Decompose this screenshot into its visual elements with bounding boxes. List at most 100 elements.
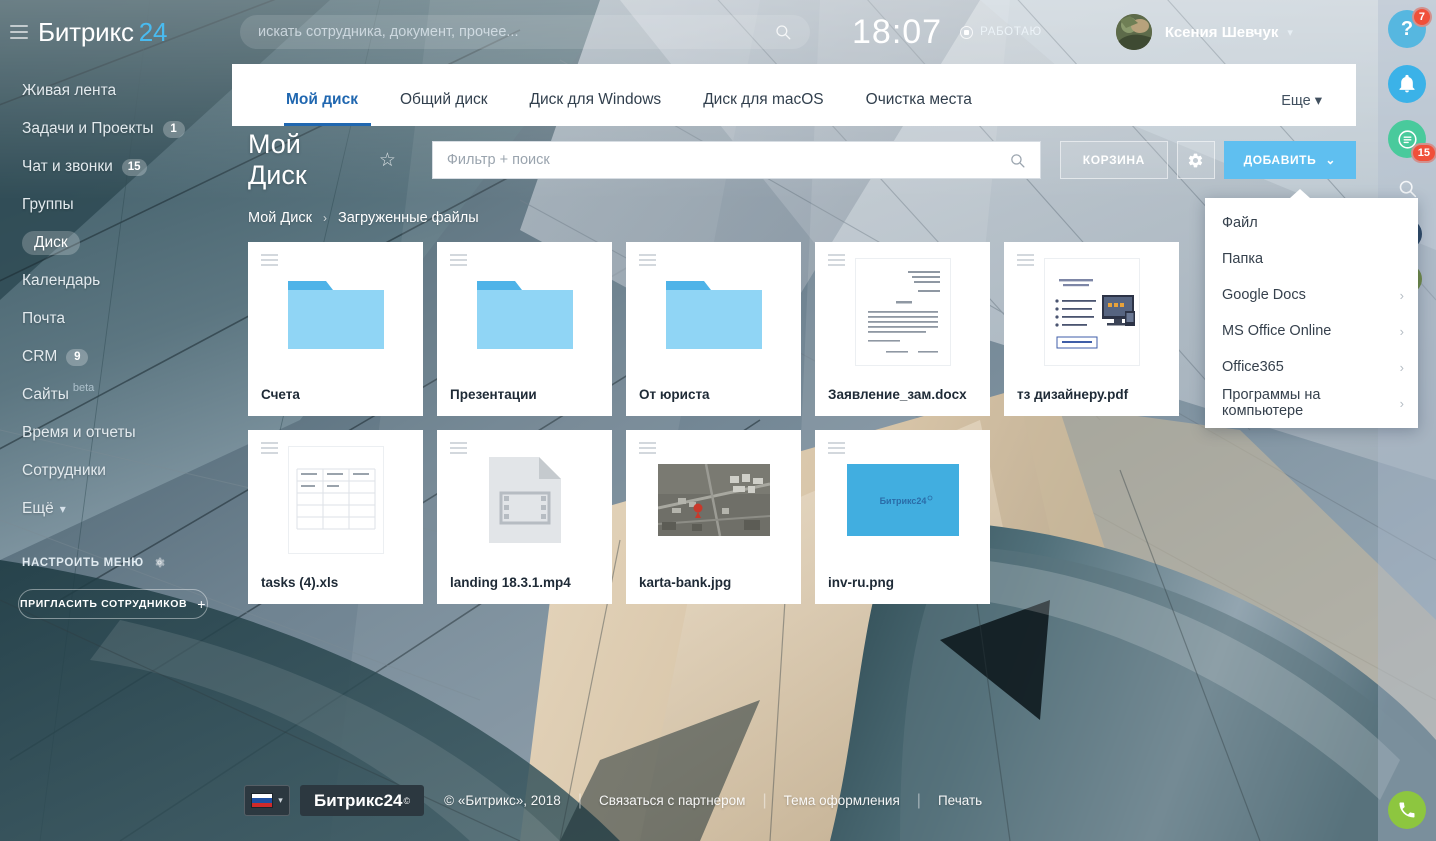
settings-button[interactable] (1176, 141, 1215, 179)
menu-item-desktop-programs[interactable]: Программы на компьютере › (1205, 385, 1418, 421)
menu-item-google-docs[interactable]: Google Docs › (1205, 277, 1418, 313)
breadcrumb-root[interactable]: Мой Диск (248, 210, 312, 226)
hamburger-menu-icon[interactable] (10, 25, 28, 39)
user-name: Ксения Шевчук (1164, 23, 1279, 41)
status-indicator-icon (960, 25, 974, 39)
file-card[interactable]: Битрикс24 inv-ru.png (815, 430, 990, 604)
sidebar-item-tasks[interactable]: Задачи и Проекты 1 (0, 110, 232, 148)
add-label: ДОБАВИТЬ (1243, 153, 1317, 167)
card-menu-icon[interactable] (828, 442, 845, 454)
work-status-toggle[interactable]: РАБОТАЮ (960, 25, 1042, 39)
copyright-mark: © (403, 795, 411, 806)
call-button[interactable] (1388, 791, 1426, 829)
file-card[interactable]: Презентации (437, 242, 612, 416)
app-logo[interactable]: Битрикс 24 (38, 17, 167, 48)
avatar[interactable] (1115, 14, 1152, 50)
card-menu-icon[interactable] (828, 254, 845, 266)
global-search[interactable] (240, 15, 810, 49)
tab-disk-windows[interactable]: Диск для Windows (509, 91, 683, 126)
divider: | (762, 791, 767, 809)
file-card[interactable]: landing 18.3.1.mp4 (437, 430, 612, 604)
file-name: Счета (261, 386, 300, 402)
add-button[interactable]: ДОБАВИТЬ ⌄ (1223, 141, 1356, 179)
language-selector[interactable]: ▾ (244, 785, 290, 816)
sidebar-item-more[interactable]: Ещё ▾ (0, 490, 232, 528)
menu-item-folder[interactable]: Папка (1205, 241, 1418, 277)
card-menu-icon[interactable] (639, 254, 656, 266)
filter-search[interactable] (431, 141, 1041, 179)
breadcrumb-current[interactable]: Загруженные файлы (338, 210, 479, 226)
folder-icon (665, 281, 762, 349)
sidebar-badge-chat: 15 (121, 158, 147, 176)
clock: 18:07 (852, 12, 943, 51)
sidebar-item-employees[interactable]: Сотрудники (0, 452, 232, 490)
file-name: Презентации (450, 386, 537, 402)
file-name: karta-bank.jpg (639, 574, 732, 590)
menu-item-ms-office-online[interactable]: MS Office Online › (1205, 313, 1418, 349)
sidebar-item-live-feed[interactable]: Живая лента (0, 72, 232, 110)
messenger-button[interactable]: 15 (1388, 120, 1436, 163)
sidebar-item-mail[interactable]: Почта (0, 300, 232, 338)
footer-logo[interactable]: Битрикс24 © (300, 785, 425, 816)
tab-shared-disk[interactable]: Общий диск (379, 91, 509, 126)
footer-link-partner[interactable]: Связаться с партнером (599, 793, 745, 808)
search-icon[interactable] (774, 23, 792, 41)
card-menu-icon[interactable] (261, 254, 278, 266)
tab-label: Диск для macOS (703, 91, 824, 108)
chevron-down-icon: ▾ (278, 795, 283, 805)
filter-input[interactable] (446, 152, 1009, 168)
sidebar-item-groups[interactable]: Группы (0, 186, 232, 224)
file-card[interactable]: Счета (248, 242, 423, 416)
document-preview (1043, 258, 1140, 366)
card-menu-icon[interactable] (261, 442, 278, 454)
tab-cleanup[interactable]: Очистка места (845, 91, 993, 126)
file-name: tasks (4).xls (261, 574, 339, 590)
tab-disk-macos[interactable]: Диск для macOS (682, 91, 844, 126)
search-input[interactable] (258, 24, 774, 40)
card-menu-icon[interactable] (450, 254, 467, 266)
tab-my-disk[interactable]: Мой диск (258, 91, 379, 126)
sidebar-item-calendar[interactable]: Календарь (0, 262, 232, 300)
document-preview (854, 258, 951, 366)
menu-item-file[interactable]: Файл (1205, 205, 1418, 241)
card-menu-icon[interactable] (1017, 254, 1034, 266)
file-card[interactable]: тз дизайнеру.pdf (1004, 242, 1179, 416)
notifications-button[interactable] (1388, 65, 1426, 103)
video-file-icon (488, 457, 561, 543)
tabs-more-button[interactable]: Еще ▾ (1281, 93, 1330, 126)
user-menu[interactable]: Ксения Шевчук ▾ (1115, 14, 1293, 50)
card-menu-icon[interactable] (450, 442, 467, 454)
sidebar-item-sites[interactable]: Сайты beta (0, 376, 232, 414)
footer-link-theme[interactable]: Тема оформления (784, 793, 900, 808)
file-card[interactable]: От юриста (626, 242, 801, 416)
sidebar-item-time-reports[interactable]: Время и отчеты (0, 414, 232, 452)
map-thumbnail (657, 464, 770, 536)
menu-item-office365[interactable]: Office365 › (1205, 349, 1418, 385)
bell-icon (1399, 74, 1415, 93)
favorite-star-icon[interactable]: ☆ (379, 149, 396, 172)
sidebar-item-label: Группы (22, 196, 74, 213)
add-dropdown-menu: Файл Папка Google Docs › MS Office Onlin… (1205, 189, 1418, 428)
trash-button[interactable]: КОРЗИНА (1059, 141, 1168, 179)
file-card[interactable]: karta-bank.jpg (626, 430, 801, 604)
status-label: РАБОТАЮ (980, 26, 1042, 38)
footer-link-print[interactable]: Печать (938, 793, 982, 808)
file-name: Заявление_зам.docx (828, 386, 967, 402)
search-icon[interactable] (1009, 152, 1026, 169)
configure-menu-button[interactable]: НАСТРОИТЬ МЕНЮ (0, 556, 232, 569)
footer: ▾ Битрикс24 © © «Битрикс», 2018 | Связать… (244, 785, 982, 816)
invite-employees-button[interactable]: ПРИГЛАСИТЬ СОТРУДНИКОВ + (18, 589, 208, 619)
file-card[interactable]: tasks (4).xls (248, 430, 423, 604)
help-button[interactable]: ? 7 (1388, 7, 1432, 48)
sidebar-item-label: Сайты (22, 386, 69, 403)
copyright-text: © «Битрикс», 2018 (444, 793, 561, 808)
sidebar-item-crm[interactable]: CRM 9 (0, 338, 232, 376)
card-menu-icon[interactable] (639, 442, 656, 454)
tab-label: Мой диск (286, 91, 358, 108)
page-title: Мой Диск (248, 129, 307, 190)
chevron-down-icon[interactable]: ▾ (1287, 26, 1293, 39)
sidebar-item-disk[interactable]: Диск (0, 224, 232, 262)
sidebar-item-chat[interactable]: Чат и звонки 15 (0, 148, 232, 186)
file-card[interactable]: Заявление_зам.docx (815, 242, 990, 416)
chevron-down-icon: ▾ (59, 502, 66, 516)
